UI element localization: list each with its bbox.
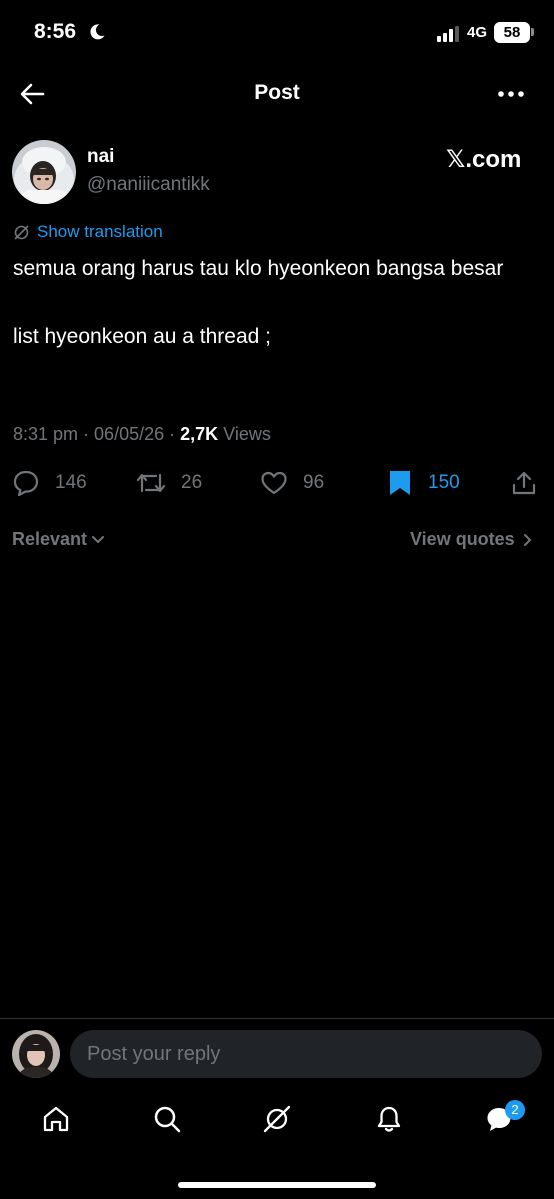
- bell-icon[interactable]: [374, 1104, 404, 1134]
- view-quotes-link[interactable]: View quotes: [410, 529, 532, 550]
- x-watermark: 𝕏.com: [446, 146, 522, 173]
- post-date: 06/05/26: [94, 424, 165, 444]
- translate-icon: [14, 225, 29, 240]
- sort-label: Relevant: [12, 529, 88, 549]
- post-meta: 8:31 pm · 06/05/26 · 2,7K Views: [13, 424, 271, 444]
- divider: [0, 1018, 554, 1019]
- signal-icon: [437, 26, 459, 42]
- show-translation-link[interactable]: Show translation: [37, 222, 163, 242]
- moon-icon: [90, 24, 105, 40]
- more-horizontal-icon[interactable]: [497, 88, 525, 100]
- battery-icon: [531, 28, 534, 36]
- status-time: 8:56: [34, 20, 77, 43]
- views-label: Views: [223, 424, 271, 444]
- reply-icon: [13, 470, 39, 497]
- grok-icon[interactable]: [262, 1104, 292, 1134]
- author-avatar[interactable]: [12, 140, 76, 204]
- page-title: Post: [254, 81, 300, 104]
- reply-input[interactable]: [70, 1030, 542, 1078]
- like-count: 96: [303, 472, 325, 493]
- home-icon[interactable]: [41, 1104, 71, 1134]
- bookmark-filled-icon: [390, 471, 410, 495]
- repost-button[interactable]: 26: [136, 468, 202, 498]
- bookmark-count: 150: [428, 472, 460, 493]
- chevron-right-icon: [523, 533, 532, 546]
- home-indicator: [178, 1182, 376, 1188]
- post-text: semua orang harus tau klo hyeonkeon bang…: [13, 252, 538, 354]
- reply-button[interactable]: 146: [12, 468, 87, 498]
- bookmark-button[interactable]: 150: [387, 468, 460, 498]
- author-name[interactable]: nai: [87, 146, 114, 168]
- post-line: [13, 286, 538, 320]
- sort-replies-dropdown[interactable]: Relevant: [12, 529, 105, 550]
- post-time: 8:31 pm: [13, 424, 79, 444]
- post-line: list hyeonkeon au a thread ;: [13, 325, 272, 348]
- chevron-down-icon: [92, 535, 105, 543]
- network-type: 4G: [467, 24, 488, 41]
- repost-count: 26: [181, 472, 203, 493]
- heart-icon: [261, 471, 287, 495]
- user-avatar[interactable]: [12, 1030, 60, 1078]
- repost-icon: [136, 473, 166, 493]
- view-quotes-label: View quotes: [410, 529, 515, 549]
- reply-count: 146: [55, 472, 87, 493]
- author-handle[interactable]: @naniiicantikk: [87, 174, 210, 196]
- search-icon[interactable]: [152, 1104, 182, 1134]
- views-count[interactable]: 2,7K: [180, 424, 218, 444]
- like-button[interactable]: 96: [260, 468, 324, 498]
- post-line: semua orang harus tau klo hyeonkeon bang…: [13, 257, 504, 280]
- messages-badge: 2: [505, 1100, 525, 1120]
- battery-level: 58: [494, 22, 530, 43]
- share-icon[interactable]: [511, 470, 537, 496]
